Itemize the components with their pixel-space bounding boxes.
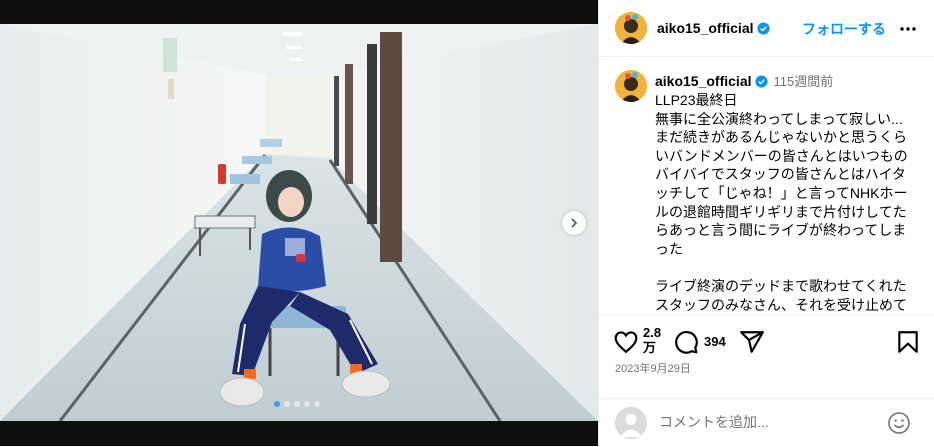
carousel-dot [314,401,320,407]
caption-text: LLP23最終日 無事に全公演終わってしまって寂しい... まだ続きがあるんじゃ… [655,92,908,313]
carousel-indicator [274,401,320,407]
username-text[interactable]: aiko15_official [655,73,752,89]
post-date: 2023年9月29日 [615,363,691,375]
chevron-right-icon [571,218,578,228]
verified-badge-icon [754,75,768,88]
avatar-image [615,70,647,102]
instagram-post-modal: aiko15_official フォローする aiko15_official 11… [0,0,934,446]
default-avatar-icon [615,407,647,439]
caption-username[interactable]: aiko15_official [655,73,768,89]
post-header: aiko15_official フォローする [599,0,934,57]
post-username[interactable]: aiko15_official [657,20,770,36]
more-horizontal-icon[interactable] [898,19,918,39]
carousel-dot [274,401,280,407]
action-bar: 2.8 万 394 [613,325,923,363]
comment-bubble-icon[interactable] [673,329,699,355]
carousel-dot [294,401,300,407]
hallway-photo-illustration [0,24,598,421]
carousel-next-button[interactable] [562,211,586,235]
carousel-dot [304,401,310,407]
caption-section: aiko15_official 115週間前 LLP23最終日 無事に全公演終わっ… [599,58,934,314]
post-photo [0,24,598,421]
carousel-dot [284,401,290,407]
actions-section: 2.8 万 394 2023年9月29日 [599,314,934,446]
post-timestamp[interactable]: 115週間前 [774,74,834,89]
smiley-face-icon[interactable] [887,411,911,435]
avatar[interactable] [615,12,647,44]
follow-button[interactable]: フォローする [802,19,886,39]
post-side-panel: aiko15_official フォローする aiko15_official 11… [598,0,934,446]
current-user-avatar [615,407,647,439]
verified-badge-icon [756,22,770,35]
avatar[interactable] [615,70,647,102]
add-comment-bar [599,398,934,447]
comment-input[interactable] [659,411,879,433]
avatar-image [615,12,647,44]
bookmark-icon[interactable] [895,329,921,355]
comment-count[interactable]: 394 [704,334,726,349]
username-text[interactable]: aiko15_official [657,20,754,36]
heart-icon[interactable] [613,329,639,355]
like-count[interactable]: 2.8 万 [643,325,661,355]
paper-plane-icon[interactable] [739,329,765,355]
caption-header: aiko15_official 115週間前 [655,71,833,90]
media-area [0,0,598,446]
